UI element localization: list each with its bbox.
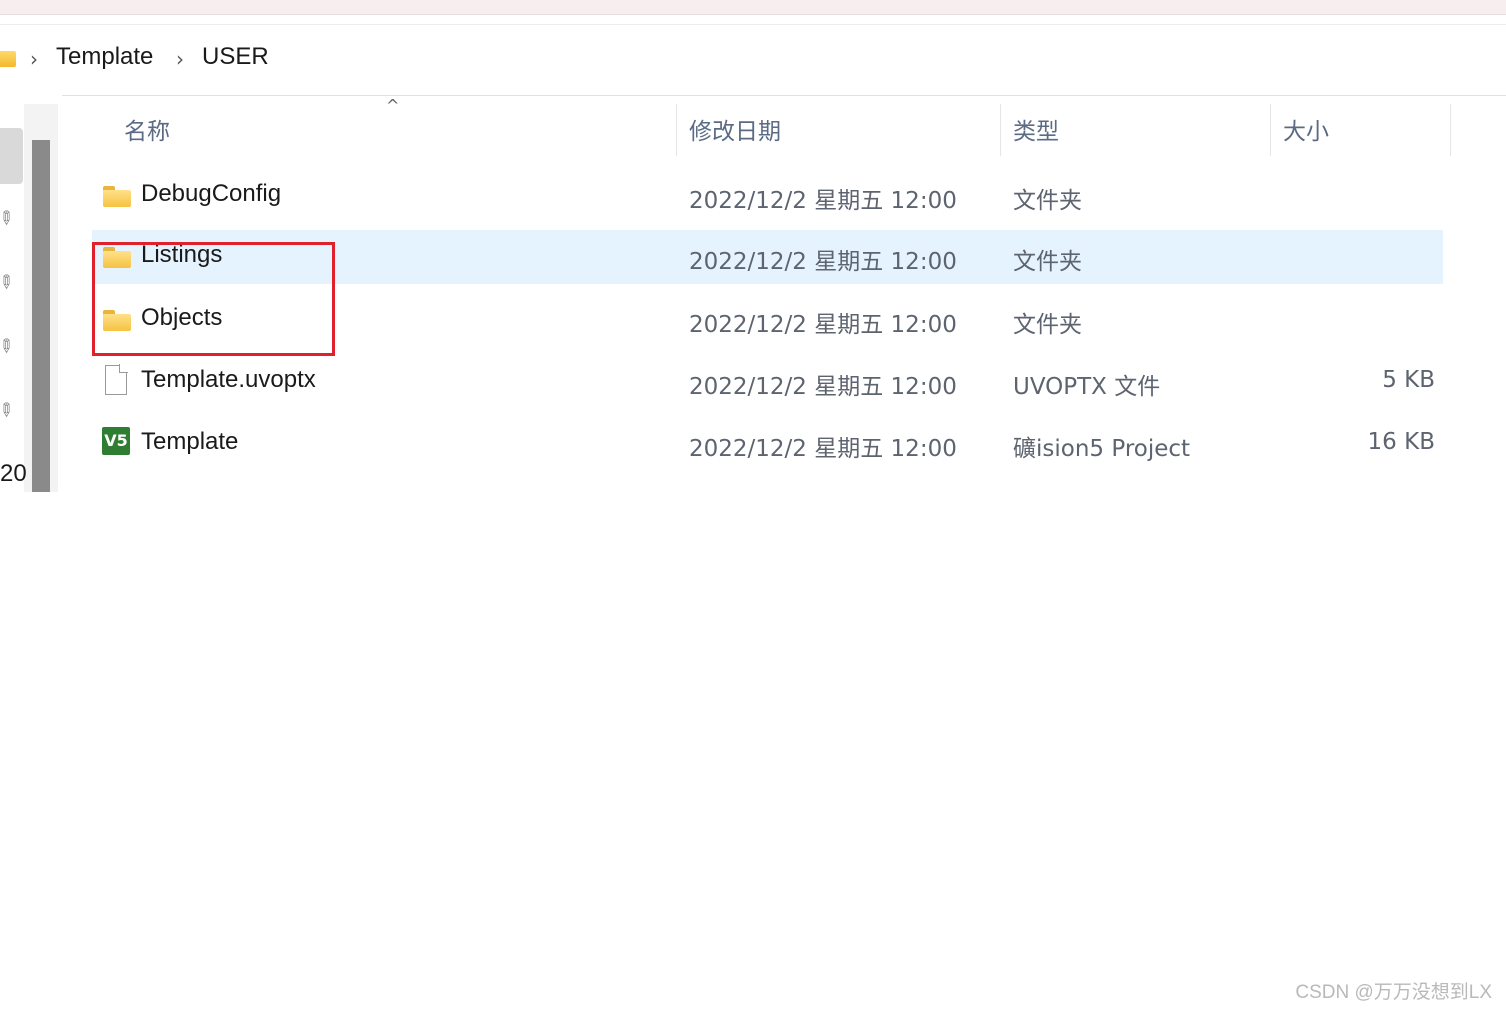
- column-divider[interactable]: [1450, 104, 1451, 156]
- breadcrumb-item-template[interactable]: Template: [56, 43, 153, 71]
- file-type: 文件夹: [1013, 188, 1082, 214]
- file-date: 2022/12/2 星期五 12:00: [689, 436, 957, 462]
- file-date: 2022/12/2 星期五 12:00: [689, 188, 957, 214]
- column-divider[interactable]: [1000, 104, 1001, 156]
- file-row[interactable]: Template.uvoptx 2022/12/2 星期五 12:00 UVOP…: [92, 355, 1443, 409]
- file-name: Template.uvoptx: [141, 366, 316, 393]
- sort-ascending-icon: ^: [386, 96, 400, 115]
- file-icon: [105, 364, 128, 395]
- navigation-scrollbar[interactable]: [32, 140, 50, 492]
- file-size: 5 KB: [1382, 367, 1435, 393]
- file-date: 2022/12/2 星期五 12:00: [689, 249, 957, 275]
- file-type: 文件夹: [1013, 312, 1082, 338]
- address-bar[interactable]: › Template › USER: [0, 24, 1506, 96]
- file-date: 2022/12/2 星期五 12:00: [689, 374, 957, 400]
- file-row[interactable]: V5 Template 2022/12/2 星期五 12:00 礦ision5 …: [92, 417, 1443, 471]
- watermark: CSDN @万万没想到LX: [1295, 982, 1492, 1003]
- breadcrumb-separator-icon[interactable]: ›: [176, 47, 184, 71]
- file-size: 16 KB: [1367, 429, 1435, 455]
- file-type: 文件夹: [1013, 249, 1082, 275]
- column-divider[interactable]: [1270, 104, 1271, 156]
- file-type: 礦ision5 Project: [1013, 436, 1191, 462]
- file-type: UVOPTX 文件: [1013, 374, 1161, 400]
- folder-icon: [0, 51, 16, 67]
- nav-item-label[interactable]: 20: [0, 460, 27, 488]
- uvision-project-icon: V5: [102, 427, 130, 455]
- file-name: DebugConfig: [141, 180, 282, 207]
- red-highlight-annotation: [92, 242, 335, 356]
- column-header-name[interactable]: 名称: [124, 112, 170, 146]
- folder-icon: [103, 186, 131, 207]
- file-row[interactable]: DebugConfig 2022/12/2 星期五 12:00 文件夹: [92, 169, 1443, 223]
- column-header-date[interactable]: 修改日期: [689, 112, 781, 146]
- column-header-type[interactable]: 类型: [1013, 112, 1059, 146]
- window-top-strip: [0, 0, 1506, 15]
- file-date: 2022/12/2 星期五 12:00: [689, 312, 957, 338]
- column-header-size[interactable]: 大小: [1283, 112, 1329, 146]
- breadcrumb-separator-icon[interactable]: ›: [30, 47, 38, 71]
- column-divider[interactable]: [676, 104, 677, 156]
- file-name: Template: [141, 428, 239, 455]
- nav-selected-item[interactable]: [0, 128, 23, 184]
- breadcrumb-item-user[interactable]: USER: [202, 43, 269, 71]
